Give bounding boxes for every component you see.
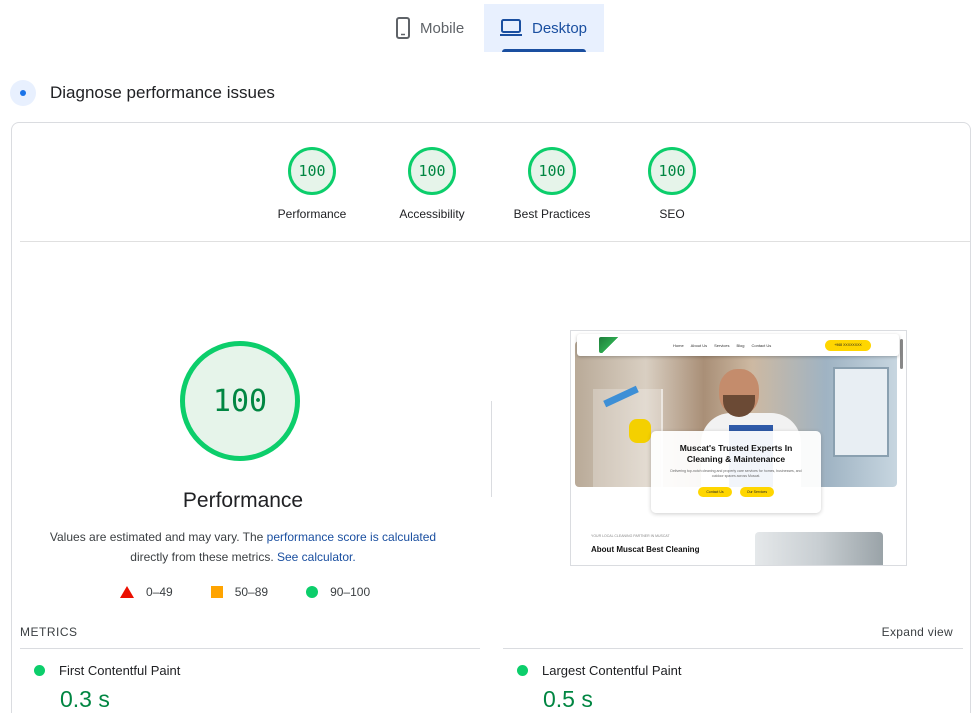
legend-range: 0–49 xyxy=(146,585,173,599)
metric-name: Largest Contentful Paint xyxy=(542,663,682,678)
gauge-label: SEO xyxy=(659,207,685,221)
laptop-icon xyxy=(500,19,522,37)
site-logo xyxy=(599,337,621,353)
phone-icon xyxy=(396,17,410,39)
main-gauge-title: Performance xyxy=(182,489,304,512)
gauge-performance[interactable]: 100 Performance xyxy=(262,147,362,221)
gauge-score: 100 xyxy=(408,147,456,195)
page-screenshot[interactable]: Home About Us Services Blog Contact Us +… xyxy=(570,330,907,566)
site-call-button: +968 XXXXXXXX xyxy=(825,339,871,351)
gauge-score: 100 xyxy=(288,147,336,195)
site-scrollbar xyxy=(900,339,903,369)
metric-lcp: Largest Contentful Paint xyxy=(517,663,681,678)
legend-range: 90–100 xyxy=(330,585,371,599)
tab-mobile-label: Mobile xyxy=(420,19,465,37)
legend-item-pass: 90–100 xyxy=(306,585,370,599)
pass-circle-icon xyxy=(517,665,528,676)
site-hero-buttons: Contact Us Our Services xyxy=(651,487,821,497)
metric-fcp-value: 0.3 s xyxy=(60,686,110,712)
performance-main-gauge: 100 xyxy=(180,341,306,467)
site-navbar: Home About Us Services Blog Contact Us +… xyxy=(577,334,899,356)
triangle-icon xyxy=(120,586,134,598)
pass-circle-icon xyxy=(34,665,45,676)
site-nav-link: About Us xyxy=(690,342,708,348)
site-nav-link: Home xyxy=(673,342,684,348)
legend-range: 50–89 xyxy=(234,585,269,599)
gauge-accessibility[interactable]: 100 Accessibility xyxy=(382,147,482,221)
background-window xyxy=(833,367,889,457)
see-calculator-link[interactable]: See calculator. xyxy=(277,550,356,564)
score-legend: 0–49 50–89 90–100 xyxy=(120,585,370,599)
metric-fcp: First Contentful Paint xyxy=(34,663,180,678)
site-section-title: About Muscat Best Cleaning xyxy=(591,545,700,554)
legend-item-fail: 0–49 xyxy=(120,585,173,599)
diagnose-header: Diagnose performance issues xyxy=(10,80,275,106)
gauge-score: 100 xyxy=(528,147,576,195)
tab-desktop-label: Desktop xyxy=(532,19,588,37)
score-calculated-link[interactable]: performance score is calculated xyxy=(267,530,436,544)
site-nav-link: Contact Us xyxy=(751,342,772,348)
site-hero-title: Muscat's Trusted Experts In Cleaning & M… xyxy=(651,443,821,465)
gauge-label: Best Practices xyxy=(513,207,591,221)
site-hero-title-line1: Muscat's Trusted Experts In xyxy=(679,443,793,453)
site-hero-box: Muscat's Trusted Experts In Cleaning & M… xyxy=(651,431,821,513)
site-hero-sub: Delivering top-notch cleaning and proper… xyxy=(670,469,802,478)
vertical-divider xyxy=(491,401,492,497)
site-nav-link: Services xyxy=(714,342,730,348)
score-note: Values are estimated and may vary. The p… xyxy=(42,527,444,567)
device-tabs: Mobile Desktop xyxy=(382,4,604,52)
metric-lcp-value: 0.5 s xyxy=(543,686,593,712)
diagnose-icon xyxy=(10,80,36,106)
gauge-best-practices[interactable]: 100 Best Practices xyxy=(502,147,602,221)
expand-view-toggle[interactable]: Expand view xyxy=(882,625,953,639)
note-middle: directly from these metrics. xyxy=(130,550,277,564)
circle-icon xyxy=(306,586,319,598)
site-hero-title-line2: Cleaning & Maintenance xyxy=(686,454,786,464)
site-services-button: Our Services xyxy=(740,487,774,497)
gauges-divider xyxy=(20,241,970,242)
gauge-seo[interactable]: 100 SEO xyxy=(622,147,722,221)
category-gauges: 100 Performance 100 Accessibility 100 Be… xyxy=(12,147,970,237)
main-gauge-score: 100 xyxy=(180,341,300,461)
site-section-image xyxy=(755,532,883,565)
tab-desktop[interactable]: Desktop xyxy=(484,4,604,52)
diagnose-title: Diagnose performance issues xyxy=(50,83,275,102)
tab-mobile[interactable]: Mobile xyxy=(382,4,484,52)
site-section-tag: YOUR LOCAL CLEANING PARTNER IN MUSCAT xyxy=(591,534,670,538)
site-contact-button: Contact Us xyxy=(698,487,732,497)
metrics-heading: METRICS xyxy=(20,625,78,639)
metrics-divider-right xyxy=(503,648,963,649)
site-nav-link: Blog xyxy=(736,342,745,348)
gauge-label: Accessibility xyxy=(399,207,465,221)
legend-item-average: 50–89 xyxy=(210,585,269,599)
report-card: 100 Performance 100 Accessibility 100 Be… xyxy=(11,122,971,713)
glove xyxy=(629,419,651,443)
metric-name: First Contentful Paint xyxy=(59,663,181,678)
square-icon xyxy=(210,586,223,598)
gauge-score: 100 xyxy=(648,147,696,195)
site-nav-links: Home About Us Services Blog Contact Us xyxy=(673,343,771,348)
gauge-label: Performance xyxy=(277,207,347,221)
note-prefix: Values are estimated and may vary. The xyxy=(49,530,267,544)
metrics-divider-left xyxy=(20,648,480,649)
